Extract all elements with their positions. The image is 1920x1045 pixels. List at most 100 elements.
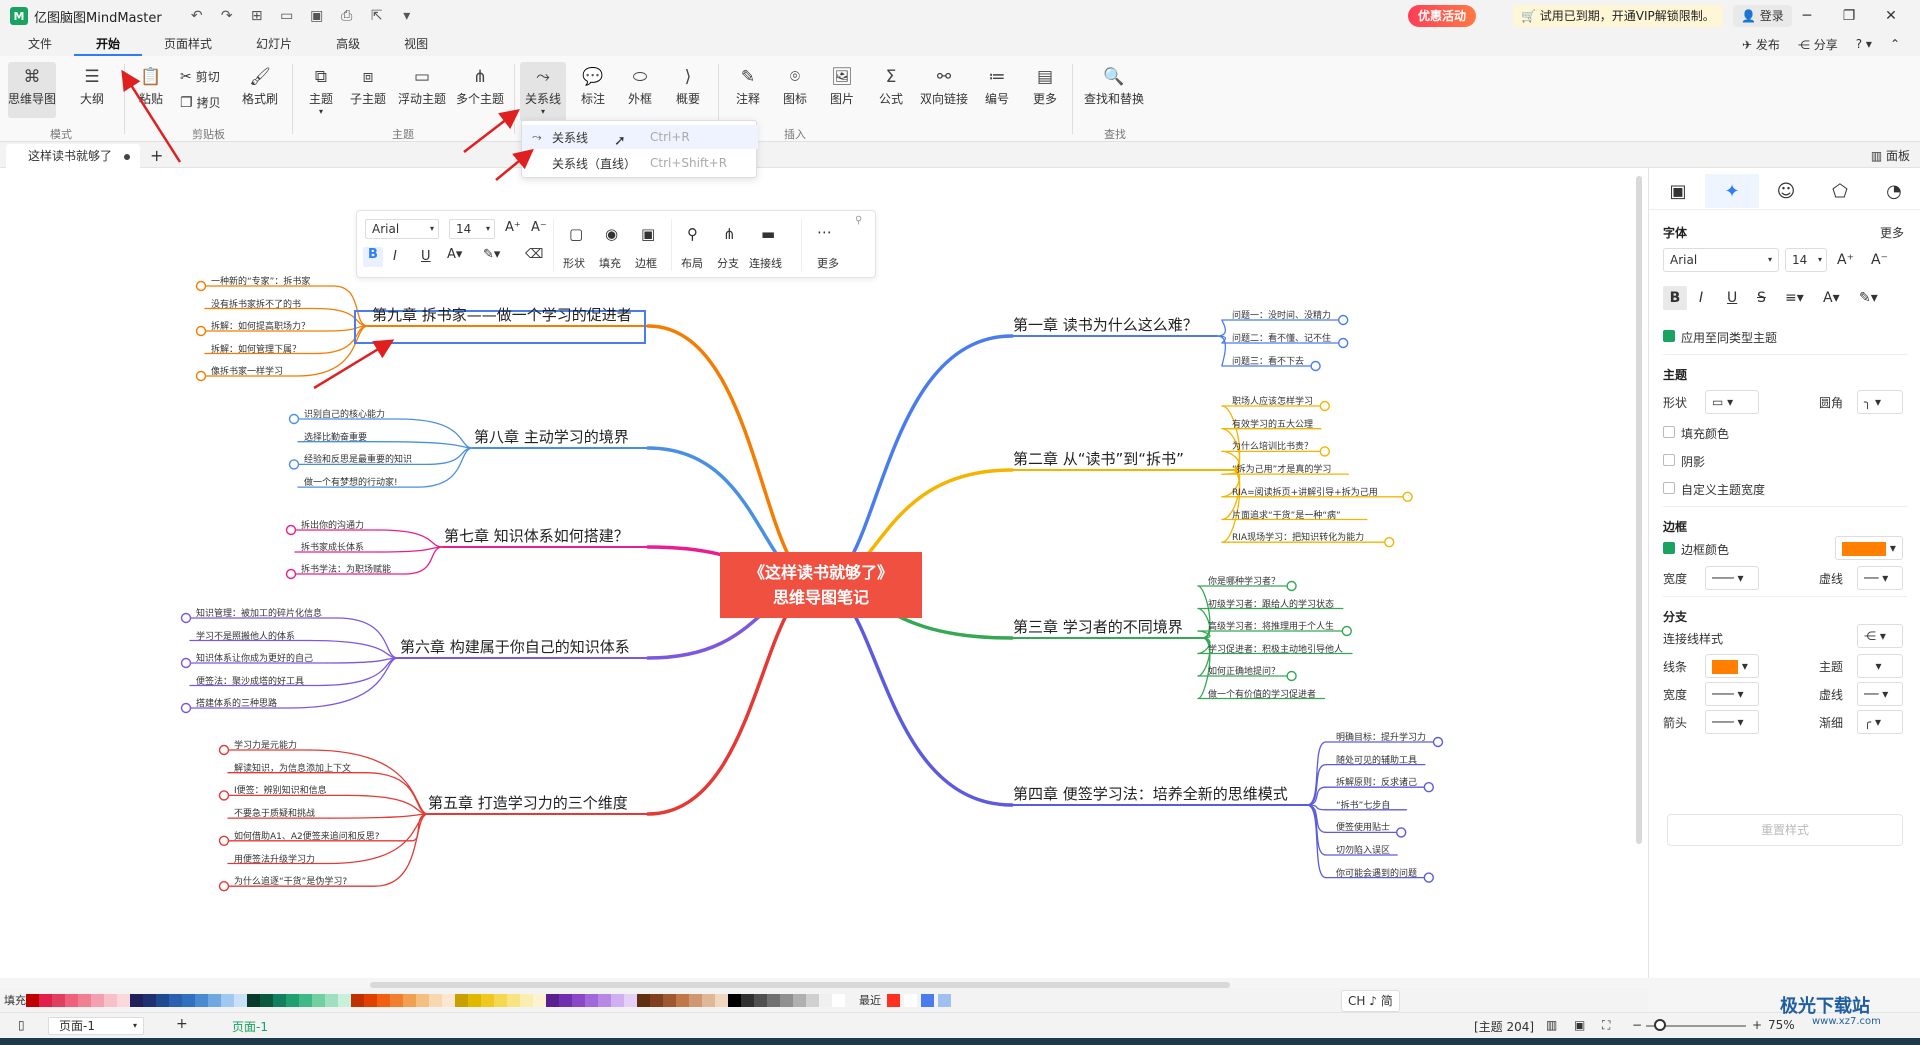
subtopic[interactable]: 如何借助A1、A2便签来追问和反思? (234, 829, 380, 842)
main-topic-right[interactable]: 第四章 便签学习法：培养全新的思维模式 (1013, 783, 1288, 804)
central-topic[interactable]: 《这样读书就够了》 思维导图笔记 (720, 552, 922, 618)
branch-icon[interactable]: ⋔ (723, 225, 736, 243)
recent-color-swatch[interactable] (904, 993, 917, 1007)
highlight-icon[interactable]: ✎▾ (1859, 290, 1878, 306)
font-size-select[interactable]: 14 ▾ (449, 219, 495, 239)
subtopic[interactable]: 学习力是元能力 (234, 738, 297, 751)
page-tab[interactable]: 页面-1 (232, 1018, 268, 1035)
taper-select[interactable]: ╭ ▾ (1857, 710, 1903, 734)
zoom-in-icon[interactable]: + (1752, 1018, 1762, 1032)
close-icon[interactable]: ✕ (1870, 8, 1912, 24)
main-topic-right[interactable]: 第一章 读书为什么这么难？ (1013, 314, 1198, 335)
grow-font-icon[interactable]: A⁺ (1837, 252, 1854, 268)
branch-topic-select[interactable]: ▾ (1857, 654, 1903, 678)
minimize-icon[interactable]: ─ (1786, 8, 1828, 24)
color-swatch[interactable] (559, 993, 572, 1007)
custom-width-checkbox[interactable] (1663, 482, 1675, 494)
subtopic[interactable]: 随处可见的辅助工具 (1336, 753, 1417, 766)
grow-font-icon[interactable]: A⁺ (505, 220, 521, 235)
color-swatch[interactable] (260, 993, 273, 1007)
color-swatch[interactable] (468, 993, 481, 1007)
shadow-checkbox[interactable] (1663, 454, 1675, 466)
color-swatch[interactable] (65, 993, 78, 1007)
line-color-select[interactable]: ▾ (1705, 654, 1759, 678)
subtopic[interactable]: 没有拆书家拆不了的书 (211, 297, 301, 310)
color-swatch[interactable] (91, 993, 104, 1007)
subtopic[interactable]: 拆书家成长体系 (301, 540, 364, 553)
subtopic[interactable]: 用便签法升级学习力 (234, 852, 315, 865)
color-swatch[interactable] (234, 993, 247, 1007)
color-swatch[interactable] (793, 993, 806, 1007)
subtopic[interactable]: 拆出你的沟通力 (301, 518, 364, 531)
color-swatch[interactable] (650, 993, 663, 1007)
subtopic[interactable]: 职场人应该怎样学习 (1232, 394, 1313, 407)
page-list-icon[interactable]: ▯ (18, 1018, 25, 1032)
color-swatch[interactable] (104, 993, 117, 1007)
font-family-select[interactable]: Arial ▾ (365, 219, 439, 239)
reset-style-button[interactable]: 重置样式 (1667, 814, 1903, 846)
color-swatch[interactable] (273, 993, 286, 1007)
color-swatch[interactable] (533, 993, 546, 1007)
tab-clock-icon[interactable]: ◔ (1867, 174, 1920, 208)
color-swatch[interactable] (715, 993, 728, 1007)
subtopic[interactable]: 问题三：看不下去 (1232, 354, 1304, 367)
dropdown-item-relationship-straight[interactable]: 关系线（直线） Ctrl+Shift+R (522, 151, 758, 175)
subtopic[interactable]: 高级学习者：将推理用于个人生 (1208, 619, 1334, 632)
main-topic-left[interactable]: 第六章 构建属于你自己的知识体系 (400, 636, 630, 657)
restore-icon[interactable]: ❐ (1828, 8, 1870, 24)
branch-width-select[interactable]: ─── ▾ (1705, 682, 1759, 706)
color-swatch[interactable] (416, 993, 429, 1007)
fit-width-icon[interactable]: ▣ (1574, 1018, 1585, 1032)
subtopic[interactable]: 拆解原则：反求诸己 (1336, 775, 1417, 788)
font-more-link[interactable]: 更多 (1880, 224, 1904, 241)
tab-style-icon[interactable]: ✦ (1705, 174, 1759, 208)
color-swatch[interactable] (143, 993, 156, 1007)
recent-color-swatch[interactable] (938, 993, 951, 1007)
main-topic-left[interactable]: 第五章 打造学习力的三个维度 (428, 792, 628, 813)
color-swatch[interactable] (546, 993, 559, 1007)
panel-size-select[interactable]: 14 ▾ (1785, 248, 1827, 272)
color-swatch[interactable] (312, 993, 325, 1007)
color-swatch[interactable] (611, 993, 624, 1007)
clear-format-icon[interactable]: ⌫ (525, 247, 543, 262)
border-icon[interactable]: ▣ (641, 225, 655, 243)
subtopic[interactable]: 一种新的“专家”：拆书家 (211, 274, 310, 287)
subtopic[interactable]: 片面追求“干货”是一种“病” (1232, 508, 1341, 521)
subtopic[interactable]: 像拆书家一样学习 (211, 364, 283, 377)
subtopic[interactable]: 拆书学法：为职场赋能 (301, 562, 391, 575)
fit-page-icon[interactable]: ▥ (1546, 1018, 1557, 1032)
color-swatch[interactable] (572, 993, 585, 1007)
color-swatch[interactable] (637, 993, 650, 1007)
color-swatch[interactable] (390, 993, 403, 1007)
color-swatch[interactable] (208, 993, 221, 1007)
shrink-font-icon[interactable]: A⁻ (531, 220, 547, 235)
subtopic[interactable]: 为什么追逐“干货”是伪学习? (234, 874, 347, 887)
color-swatch[interactable] (767, 993, 780, 1007)
subtopic[interactable]: 明确目标：提升学习力 (1336, 730, 1426, 743)
corner-select[interactable]: ╮ ▾ (1857, 390, 1903, 414)
panel-font-select[interactable]: Arial ▾ (1663, 248, 1779, 272)
subtopic[interactable]: RIA=阅读拆页+讲解引导+拆为己用 (1232, 485, 1378, 498)
bold-icon[interactable]: B (363, 247, 383, 267)
arrow-select[interactable]: ─── ▾ (1705, 710, 1759, 734)
subtopic[interactable]: “拆为己用”才是真的学习 (1232, 462, 1331, 475)
tab-page-icon[interactable]: ▣ (1651, 174, 1705, 208)
font-color-icon[interactable]: A▾ (1823, 290, 1840, 306)
shape-select[interactable]: ▭ ▾ (1705, 390, 1759, 414)
color-swatch[interactable] (598, 993, 611, 1007)
color-swatch[interactable] (26, 993, 39, 1007)
vertical-scrollbar[interactable] (1636, 176, 1642, 844)
italic-icon[interactable]: I (393, 249, 397, 264)
zoom-out-icon[interactable]: − (1632, 1018, 1642, 1032)
help-button[interactable]: ? ▾ (1856, 37, 1872, 51)
subtopic[interactable]: 拆解：如何提高职场力？ (211, 319, 310, 332)
subtopic[interactable]: 做一个有梦想的行动家! (304, 475, 398, 488)
apply-same-checkbox[interactable] (1663, 330, 1675, 342)
color-swatch[interactable] (442, 993, 455, 1007)
more-icon[interactable]: ⋯ (817, 223, 832, 241)
border-width-select[interactable]: ─── ▾ (1705, 566, 1759, 590)
highlight-icon[interactable]: ✎▾ (483, 247, 500, 262)
subtopic[interactable]: 不要急于质疑和挑战 (234, 806, 315, 819)
color-swatch[interactable] (169, 993, 182, 1007)
color-swatch[interactable] (117, 993, 130, 1007)
